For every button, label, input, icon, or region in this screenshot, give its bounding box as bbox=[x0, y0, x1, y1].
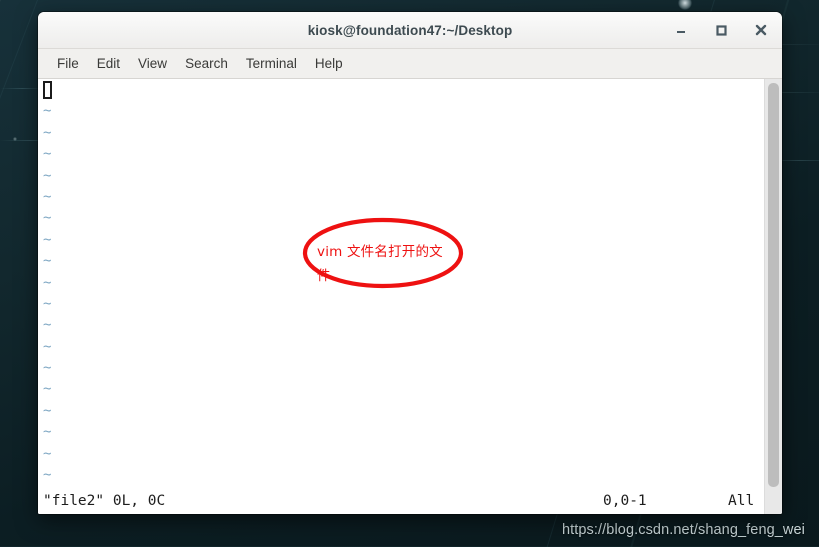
window-title: kiosk@foundation47:~/Desktop bbox=[307, 22, 513, 38]
menu-item-file[interactable]: File bbox=[48, 53, 88, 74]
vim-empty-line-marker: ~ bbox=[43, 103, 52, 120]
vim-empty-line-marker: ~ bbox=[43, 445, 52, 462]
vim-empty-line-marker: ~ bbox=[43, 231, 52, 248]
window-controls bbox=[668, 12, 774, 48]
vim-empty-line-marker: ~ bbox=[43, 467, 52, 484]
close-icon[interactable] bbox=[748, 17, 774, 43]
vim-buffer-lines: ~ ~ ~ ~ ~ ~ ~ ~ ~ ~ ~ ~ ~ ~ ~ ~ ~ ~ bbox=[41, 80, 764, 488]
wallpaper-glow-dot bbox=[13, 137, 17, 141]
wallpaper-glow-dot bbox=[678, 0, 692, 10]
vim-empty-line-marker: ~ bbox=[43, 274, 52, 291]
menu-item-terminal[interactable]: Terminal bbox=[237, 53, 306, 74]
menu-item-view[interactable]: View bbox=[129, 53, 176, 74]
vim-empty-line-marker: ~ bbox=[43, 124, 52, 141]
vim-status-position: All bbox=[728, 493, 755, 510]
vim-cursor bbox=[43, 81, 52, 99]
terminal-window: kiosk@foundation47:~/Desktop File Edit V… bbox=[38, 12, 782, 514]
vim-editor-screen[interactable]: ~ ~ ~ ~ ~ ~ ~ ~ ~ ~ ~ ~ ~ ~ ~ ~ ~ ~ "file2" 0L, 0C 0,0-1 … bbox=[38, 79, 764, 514]
menu-item-edit[interactable]: Edit bbox=[88, 53, 129, 74]
menu-item-search[interactable]: Search bbox=[176, 53, 237, 74]
maximize-icon[interactable] bbox=[708, 17, 734, 43]
vim-empty-line-marker: ~ bbox=[43, 360, 52, 377]
vim-empty-line-marker: ~ bbox=[43, 167, 52, 184]
vim-empty-line-marker: ~ bbox=[43, 210, 52, 227]
window-titlebar[interactable]: kiosk@foundation47:~/Desktop bbox=[38, 12, 782, 49]
vim-status-ruler: 0,0-1 bbox=[603, 493, 647, 510]
vim-line-current bbox=[41, 80, 764, 101]
vim-empty-line-marker: ~ bbox=[43, 424, 52, 441]
vim-empty-line-marker: ~ bbox=[43, 146, 52, 163]
menu-bar: File Edit View Search Terminal Help bbox=[38, 49, 782, 79]
terminal-body: ~ ~ ~ ~ ~ ~ ~ ~ ~ ~ ~ ~ ~ ~ ~ ~ ~ ~ "file2" 0L, 0C 0,0-1 … bbox=[38, 79, 782, 514]
vim-empty-line-marker: ~ bbox=[43, 317, 52, 334]
desktop-background: https://blog.csdn.net/shang_feng_wei kio… bbox=[0, 0, 819, 547]
vim-empty-line-marker: ~ bbox=[43, 338, 52, 355]
watermark-url: https://blog.csdn.net/shang_feng_wei bbox=[561, 522, 805, 538]
minimize-icon[interactable] bbox=[668, 17, 694, 43]
vim-empty-line-marker: ~ bbox=[43, 381, 52, 398]
vim-status-file: "file2" 0L, 0C bbox=[43, 493, 166, 510]
terminal-scrollbar[interactable] bbox=[764, 79, 782, 514]
menu-item-help[interactable]: Help bbox=[306, 53, 352, 74]
vim-empty-line-marker: ~ bbox=[43, 188, 52, 205]
vim-empty-line-marker: ~ bbox=[43, 402, 52, 419]
scrollbar-thumb[interactable] bbox=[768, 83, 779, 487]
vim-empty-line-marker: ~ bbox=[43, 253, 52, 270]
vim-empty-line-marker: ~ bbox=[43, 295, 52, 312]
vim-status-line: "file2" 0L, 0C 0,0-1 All bbox=[38, 490, 764, 514]
